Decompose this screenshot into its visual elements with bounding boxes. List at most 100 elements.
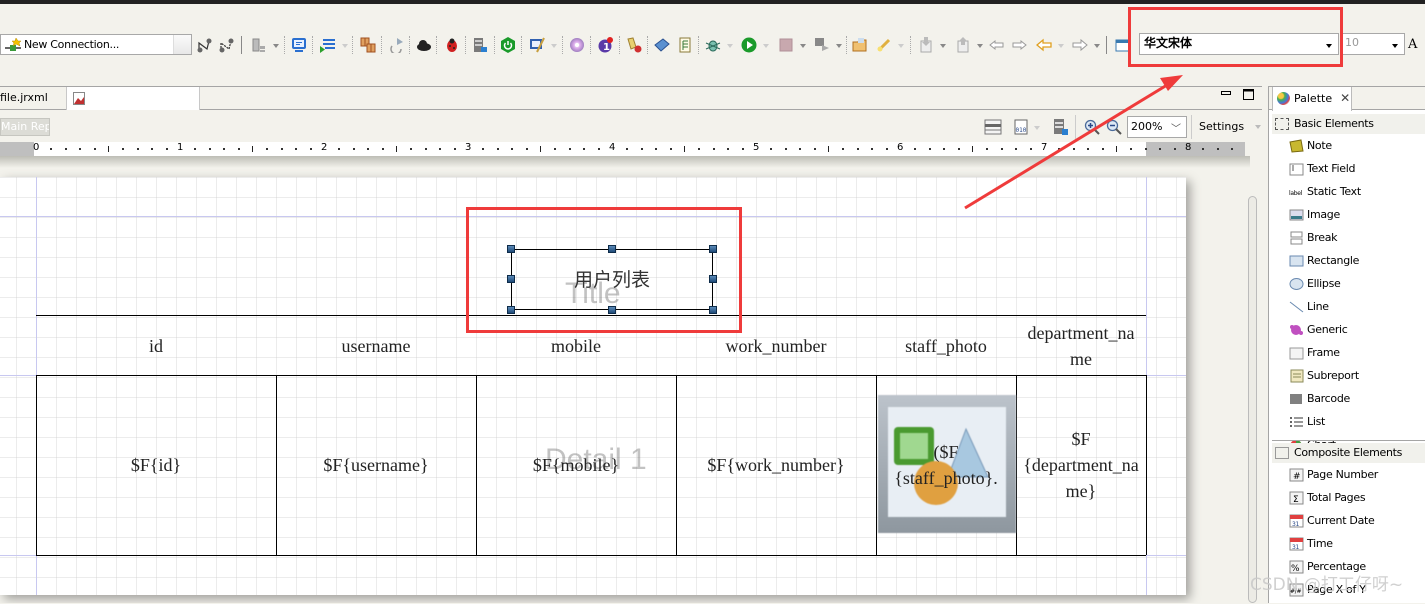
cloud-icon[interactable] xyxy=(416,37,432,53)
datasource-icon[interactable] xyxy=(251,37,267,53)
main-report-button[interactable]: Main Report xyxy=(0,118,50,136)
forward-arrow-icon[interactable] xyxy=(1072,37,1088,53)
palette-item-image[interactable]: Image xyxy=(1289,205,1340,225)
palette-item-time[interactable]: 31 Time xyxy=(1289,534,1333,554)
palette-item-page-number[interactable]: # Page Number xyxy=(1289,465,1378,485)
list-icon xyxy=(1289,415,1304,429)
ruler-tick xyxy=(338,148,341,150)
palette-item-note[interactable]: Note xyxy=(1289,136,1332,156)
detail-field-username[interactable]: $F{username} xyxy=(276,375,476,555)
palette-group-basic[interactable]: Basic Elements xyxy=(1272,114,1425,134)
vertical-scrollbar[interactable] xyxy=(1248,196,1257,603)
frame-icon xyxy=(1289,346,1304,360)
palette-item-line[interactable]: Line xyxy=(1289,297,1329,317)
folder-open-icon[interactable] xyxy=(852,37,868,53)
barcode-icon xyxy=(1289,392,1304,406)
ruler-tick xyxy=(381,148,384,150)
redo-arrow-icon[interactable] xyxy=(389,37,405,53)
palette-item-current-date[interactable]: 31 Current Date xyxy=(1289,511,1375,531)
settings-button[interactable]: Settings xyxy=(1199,120,1261,133)
time-icon: 31 xyxy=(1289,537,1304,551)
palette-item-label: Barcode xyxy=(1307,392,1350,405)
stop-icon[interactable] xyxy=(778,37,794,53)
terminal-run-icon[interactable] xyxy=(814,37,830,53)
pin-remove-icon[interactable] xyxy=(626,37,642,53)
palette-item-break[interactable]: Break xyxy=(1289,228,1338,248)
palette-item-text-field[interactable]: Text Field xyxy=(1289,159,1355,179)
list-run-icon[interactable] xyxy=(320,37,336,53)
ruler-tick xyxy=(1058,148,1061,150)
font-grow-button[interactable]: A xyxy=(1408,37,1417,52)
export-icon[interactable] xyxy=(955,37,971,53)
close-tab-icon[interactable]: ✕ xyxy=(1340,91,1350,105)
palette-item-list[interactable]: List xyxy=(1289,412,1325,432)
connection-new-icon[interactable] xyxy=(197,37,213,53)
bug-icon[interactable] xyxy=(444,37,460,53)
palette-item-label: List xyxy=(1307,415,1326,428)
back-star-icon[interactable] xyxy=(989,37,1005,53)
group-icon xyxy=(1275,118,1289,130)
server-edit-icon[interactable] xyxy=(472,37,488,53)
ruler-tick xyxy=(640,148,643,150)
palette-item-total-pages[interactable]: Σ Total Pages xyxy=(1289,488,1366,508)
ruler-tick xyxy=(453,148,456,150)
ruler-tick xyxy=(295,148,298,150)
tab-file[interactable]: file.jrxml xyxy=(0,87,62,110)
ruler-tick xyxy=(1231,148,1234,150)
font-size-combo[interactable]: 10 xyxy=(1341,33,1405,55)
palette-group-composite[interactable]: Composite Elements xyxy=(1272,443,1425,463)
document-table-icon[interactable] xyxy=(677,37,693,53)
debug-icon[interactable] xyxy=(705,37,721,53)
column-header-id[interactable]: id xyxy=(36,333,276,359)
back-arrow-icon[interactable] xyxy=(1036,37,1052,53)
monitor-icon[interactable] xyxy=(291,37,307,53)
connection-combo-dropdown[interactable] xyxy=(173,35,191,54)
column-header-department-name[interactable]: department_na me xyxy=(1016,320,1146,372)
column-header-mobile[interactable]: mobile xyxy=(476,333,676,359)
palette-item-ellipse[interactable]: Ellipse xyxy=(1289,274,1341,294)
connection-edit-icon[interactable] xyxy=(219,37,235,53)
palette-item-static-text[interactable]: label Static Text xyxy=(1289,182,1361,202)
zoom-level-combo[interactable]: 200% ﹀ xyxy=(1127,116,1187,138)
maximize-icon[interactable] xyxy=(1243,88,1254,103)
detail-field-mobile[interactable]: $F{mobile} xyxy=(476,375,676,555)
detail-field-id[interactable]: $F{id} xyxy=(36,375,276,555)
palette-item-generic[interactable]: Generic xyxy=(1289,320,1348,340)
palette-item-frame[interactable]: Frame xyxy=(1289,343,1340,363)
server-edit-icon[interactable] xyxy=(1052,118,1068,136)
ruler-tick xyxy=(252,146,253,152)
column-header-staff-photo[interactable]: staff_photo xyxy=(876,333,1016,359)
zoom-out-icon[interactable] xyxy=(1106,119,1122,135)
grid-icon[interactable] xyxy=(360,37,376,53)
info-badge-icon[interactable]: 1 xyxy=(598,37,614,53)
ruler-tick xyxy=(1116,146,1117,152)
palette-item-label: Image xyxy=(1307,208,1340,221)
tab-palette[interactable]: Palette ✕ xyxy=(1272,87,1352,111)
editor-pen-icon[interactable] xyxy=(529,37,545,53)
forward-star-icon[interactable] xyxy=(1011,37,1027,53)
book-icon[interactable] xyxy=(654,37,670,53)
palette-item-barcode[interactable]: Barcode xyxy=(1289,389,1350,409)
tab-bsuserconn[interactable]: BsUserConn.jrxml✕ xyxy=(66,87,200,127)
palette-item-rectangle[interactable]: Rectangle xyxy=(1289,251,1359,271)
minimize-icon[interactable] xyxy=(1221,88,1231,102)
detail-field-department-name[interactable]: $F {department_na me} xyxy=(1016,375,1146,555)
power-icon[interactable] xyxy=(500,37,516,53)
rocket-icon[interactable] xyxy=(876,37,892,53)
column-header-username[interactable]: username xyxy=(276,333,476,359)
run-icon[interactable] xyxy=(741,37,757,53)
binary-data-dropdown[interactable] xyxy=(1034,126,1040,130)
column-header-work-number[interactable]: work_number xyxy=(676,333,876,359)
detail-field-work-number[interactable]: $F{work_number} xyxy=(676,375,876,555)
ruler-tick xyxy=(1015,148,1018,150)
zoom-in-icon[interactable] xyxy=(1084,119,1100,135)
palette-item-subreport[interactable]: Subreport xyxy=(1289,366,1359,386)
highlight-box-font xyxy=(1128,7,1343,67)
connection-combo[interactable]: New Connection... xyxy=(0,34,192,55)
band-layout-icon[interactable] xyxy=(984,119,1002,135)
palette-icon xyxy=(1277,91,1290,105)
import-icon[interactable] xyxy=(918,37,934,53)
highlight-box-title xyxy=(466,207,742,333)
binary-data-icon[interactable]: 010 xyxy=(1014,119,1028,135)
color-disc-icon[interactable] xyxy=(569,37,585,53)
